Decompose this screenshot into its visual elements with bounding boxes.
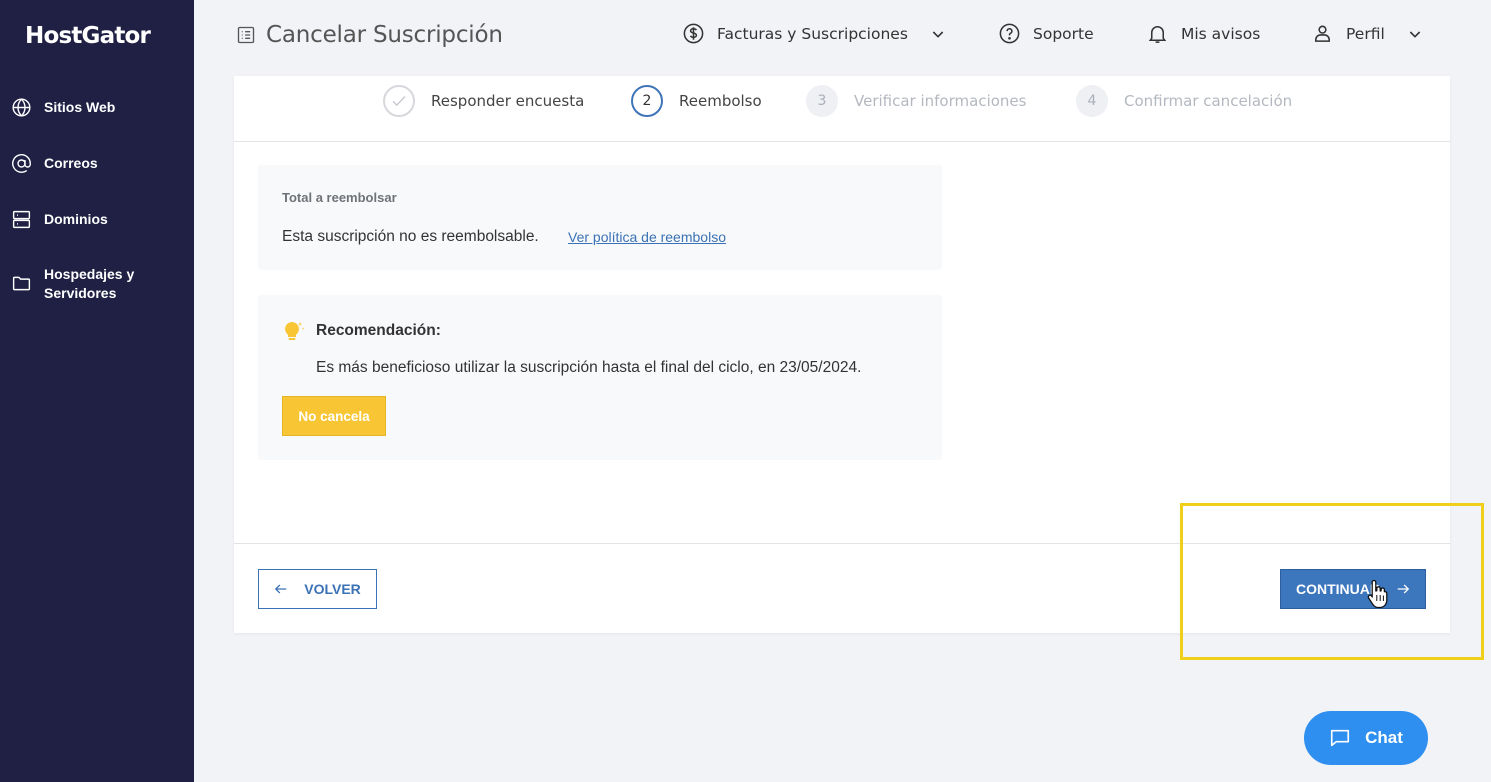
step-1-label: Responder encuesta xyxy=(431,92,585,110)
sidebar-item-hospedajes[interactable]: Hospedajes y Servidores xyxy=(11,264,151,303)
refund-label: Total a reembolsar xyxy=(282,190,397,205)
globe-icon xyxy=(12,98,31,117)
recommendation-box: Recomendación: Es más beneficioso utiliz… xyxy=(258,295,942,460)
sidebar-item-label: Sitios Web xyxy=(44,99,116,115)
stepper: Responder encuesta 2 Reembolso 3 Verific… xyxy=(234,76,1450,142)
step-3-label: Verificar informaciones xyxy=(854,92,1027,110)
refund-policy-link[interactable]: Ver política de reembolso xyxy=(568,229,726,245)
hostgator-logo[interactable]: HostGator xyxy=(25,23,151,49)
sidebar-item-label: Hospedajes y Servidores xyxy=(44,266,135,301)
check-icon xyxy=(392,95,406,107)
recommendation-text: Es más beneficioso utilizar la suscripci… xyxy=(316,359,862,376)
refund-status: Esta suscripción no es reembolsable. xyxy=(282,228,539,245)
chevron-down-icon xyxy=(1409,30,1421,38)
step-2-number: 2 xyxy=(631,85,663,117)
sidebar: HostGator Sitios Web Correos Dominios Ho… xyxy=(0,0,194,782)
step-2: 2 Reembolso xyxy=(631,85,762,117)
page-title: Cancelar Suscripción xyxy=(266,22,503,48)
recommendation-title: Recomendación: xyxy=(316,322,441,339)
nav-support-label: Soporte xyxy=(1033,24,1094,43)
help-icon xyxy=(999,23,1020,44)
list-icon xyxy=(237,26,255,44)
no-cancel-button[interactable]: No cancela xyxy=(282,396,386,436)
nav-profile-label: Perfil xyxy=(1346,24,1385,43)
step-3: 3 Verificar informaciones xyxy=(806,85,1026,117)
step-4: 4 Confirmar cancelación xyxy=(1076,85,1292,117)
user-icon xyxy=(1315,25,1330,42)
step-4-number: 4 xyxy=(1076,85,1108,117)
sidebar-item-label: Correos xyxy=(44,155,98,171)
hand-cursor-icon xyxy=(1367,579,1388,609)
refund-box: Total a reembolsar Esta suscripción no e… xyxy=(258,165,942,270)
step-1: Responder encuesta xyxy=(383,85,584,117)
chat-label: Chat xyxy=(1365,728,1403,747)
sidebar-item-dominios[interactable]: Dominios xyxy=(11,209,108,230)
nav-support[interactable]: Soporte xyxy=(998,22,1094,45)
arrow-left-icon xyxy=(275,584,287,594)
lightbulb-icon xyxy=(285,322,305,340)
chat-button[interactable]: Chat xyxy=(1304,711,1428,765)
nav-notices[interactable]: Mis avisos xyxy=(1146,22,1260,45)
server-icon xyxy=(12,210,31,229)
chevron-down-icon xyxy=(932,30,944,38)
highlight-box xyxy=(1180,503,1484,660)
step-2-label: Reembolso xyxy=(679,92,762,110)
step-1-check xyxy=(383,85,415,117)
at-icon xyxy=(12,154,31,173)
bell-icon xyxy=(1148,26,1167,43)
folder-icon xyxy=(12,276,31,291)
dollar-circle-icon xyxy=(683,23,704,44)
nav-notices-label: Mis avisos xyxy=(1181,24,1261,43)
chat-icon xyxy=(1331,729,1350,747)
nav-profile[interactable]: Perfil xyxy=(1311,22,1423,45)
sidebar-item-label: Dominios xyxy=(44,211,108,227)
back-button[interactable]: VOLVER xyxy=(258,569,377,609)
back-button-label: VOLVER xyxy=(304,581,361,597)
step-4-label: Confirmar cancelación xyxy=(1124,92,1293,110)
step-3-number: 3 xyxy=(806,85,838,117)
nav-billing[interactable]: Facturas y Suscripciones xyxy=(682,22,946,45)
nav-billing-label: Facturas y Suscripciones xyxy=(717,24,908,43)
sidebar-item-correos[interactable]: Correos xyxy=(11,153,98,174)
sidebar-item-sitios-web[interactable]: Sitios Web xyxy=(11,97,115,118)
page-header: Cancelar Suscripción xyxy=(236,22,503,48)
